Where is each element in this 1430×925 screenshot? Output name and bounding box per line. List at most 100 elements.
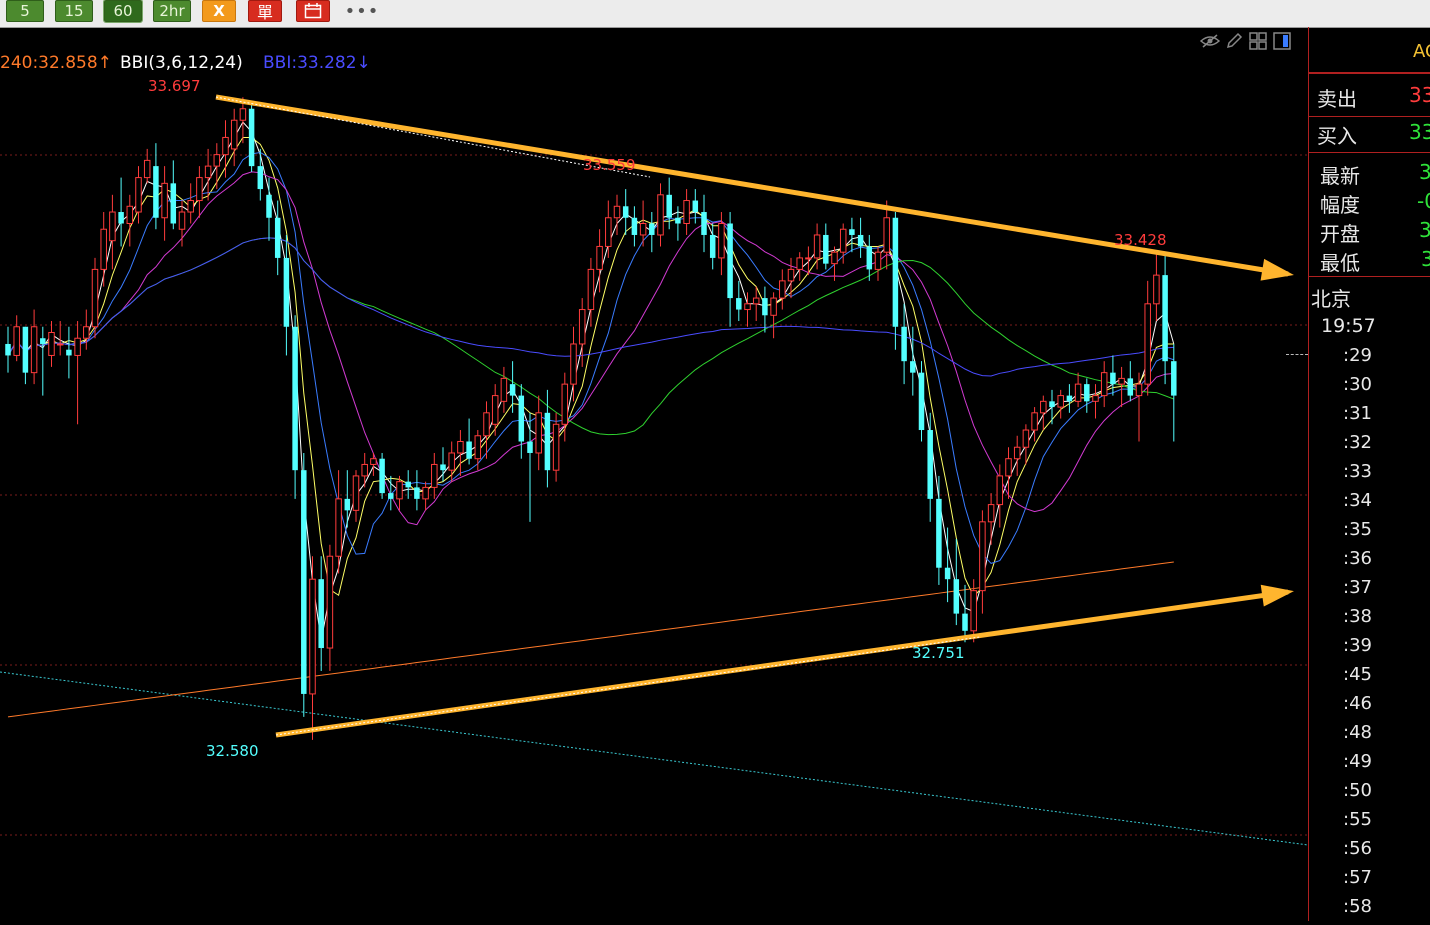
order-button[interactable]: 單	[248, 0, 282, 22]
close-x-button[interactable]: X	[202, 0, 236, 22]
candle-down	[518, 395, 525, 442]
ma240-legend: 240:32.858↑	[0, 53, 112, 73]
candle-up	[796, 257, 803, 270]
candle-down	[944, 567, 951, 580]
candle-up	[491, 395, 499, 425]
open-row: 开盘 3	[1309, 218, 1430, 248]
candle-up	[596, 245, 603, 270]
candle-up	[30, 326, 38, 374]
candle-up	[779, 280, 786, 299]
channel-line[interactable]	[0, 671, 1308, 846]
timezone-label: 北京	[1311, 287, 1351, 311]
candle-down	[257, 166, 264, 190]
lower-trend-arrow[interactable]	[275, 584, 1294, 738]
trade-time: :36	[1343, 548, 1372, 569]
trade-time: :33	[1343, 461, 1372, 482]
panel-toggle-icon[interactable]	[1272, 31, 1292, 51]
candle-down	[910, 361, 916, 373]
price-grid	[0, 154, 1308, 836]
candle-up	[605, 217, 612, 247]
candle-up	[239, 108, 247, 121]
candle-down	[118, 212, 124, 224]
trade-time-row: :30	[1309, 374, 1430, 403]
trade-time: :38	[1343, 606, 1372, 627]
candle-up	[1144, 303, 1151, 385]
panel-divider-top	[1309, 72, 1430, 74]
candle-down	[953, 579, 960, 614]
sell-row: 卖出 33	[1309, 83, 1430, 113]
sell-label: 卖出	[1317, 87, 1357, 111]
grid-icon[interactable]	[1248, 31, 1268, 51]
high-right-label: 33.428	[1114, 231, 1167, 249]
candle-up	[744, 303, 751, 311]
candle-up	[1118, 377, 1125, 385]
candle-up	[787, 268, 795, 282]
candle-up	[431, 463, 438, 488]
candle-up	[100, 228, 107, 270]
candle-down	[1066, 395, 1073, 402]
candle-up	[613, 205, 621, 219]
candle-down	[709, 234, 716, 258]
period-5-button[interactable]: 5	[6, 0, 44, 22]
trade-time-row: :56	[1309, 838, 1430, 867]
first-time: 19:57	[1321, 315, 1376, 337]
candle-up	[352, 475, 360, 511]
trade-time-row: :32	[1309, 432, 1430, 461]
candle-down	[248, 108, 255, 167]
trade-time: :29	[1343, 345, 1372, 366]
trend-arrows[interactable]	[215, 94, 1294, 738]
more-button[interactable]: •••	[344, 0, 380, 22]
high-mid-label: 33.559	[583, 156, 636, 174]
candle-up	[83, 326, 90, 339]
bbi-legend-value: BBI:33.282↓	[263, 53, 371, 73]
candle-up	[770, 297, 777, 316]
candle-down	[405, 481, 411, 488]
trade-time: :48	[1343, 722, 1372, 743]
candle-down	[388, 493, 394, 499]
buy-value: 33	[1409, 120, 1430, 144]
open-label: 开盘	[1320, 222, 1360, 246]
candle-down	[762, 298, 768, 316]
trade-time: :55	[1343, 809, 1372, 830]
candle-up	[13, 326, 20, 356]
trade-time-row: :57	[1309, 867, 1430, 896]
candle-down	[1084, 384, 1090, 402]
open-value: 3	[1419, 218, 1430, 242]
candle-down	[1127, 378, 1134, 396]
period-2hr-button[interactable]: 2hr	[153, 0, 191, 22]
candle-up	[996, 475, 1004, 506]
candle-up	[161, 182, 168, 219]
candle-up	[839, 228, 847, 253]
period-15-button[interactable]: 15	[55, 0, 93, 22]
candle-up	[718, 222, 725, 259]
candle-down	[936, 498, 942, 568]
eye-icon[interactable]	[1200, 31, 1220, 51]
candle-up	[979, 521, 986, 592]
calendar-button[interactable]	[296, 0, 330, 22]
trade-time: :31	[1343, 403, 1372, 424]
buy-label: 买入	[1317, 124, 1357, 148]
candle-up	[1013, 446, 1021, 460]
candle-down	[892, 217, 899, 327]
candle-down	[631, 217, 638, 235]
candle-up	[874, 251, 882, 270]
candle-down	[901, 326, 907, 362]
latest-label: 最新	[1320, 164, 1360, 188]
upper-trend-arrow[interactable]	[215, 94, 1294, 281]
candle-up	[500, 377, 508, 402]
period-60-button[interactable]: 60	[103, 0, 143, 23]
pen-icon[interactable]	[1224, 31, 1244, 51]
latest-row: 最新 3	[1309, 160, 1430, 190]
candle-down	[727, 223, 733, 299]
trade-time-row: :38	[1309, 606, 1430, 635]
candle-up	[1092, 395, 1099, 402]
candle-down	[927, 430, 933, 499]
candle-up	[683, 200, 690, 224]
candle-up	[135, 177, 142, 213]
candle-up	[91, 268, 99, 328]
last-price-marker	[1286, 354, 1308, 355]
candle-down	[440, 464, 446, 471]
candlestick-chart[interactable]: 33.697 33.559 33.428 32.580 32.751	[0, 27, 1308, 921]
candle-up	[361, 463, 368, 477]
candle-down	[622, 206, 629, 218]
